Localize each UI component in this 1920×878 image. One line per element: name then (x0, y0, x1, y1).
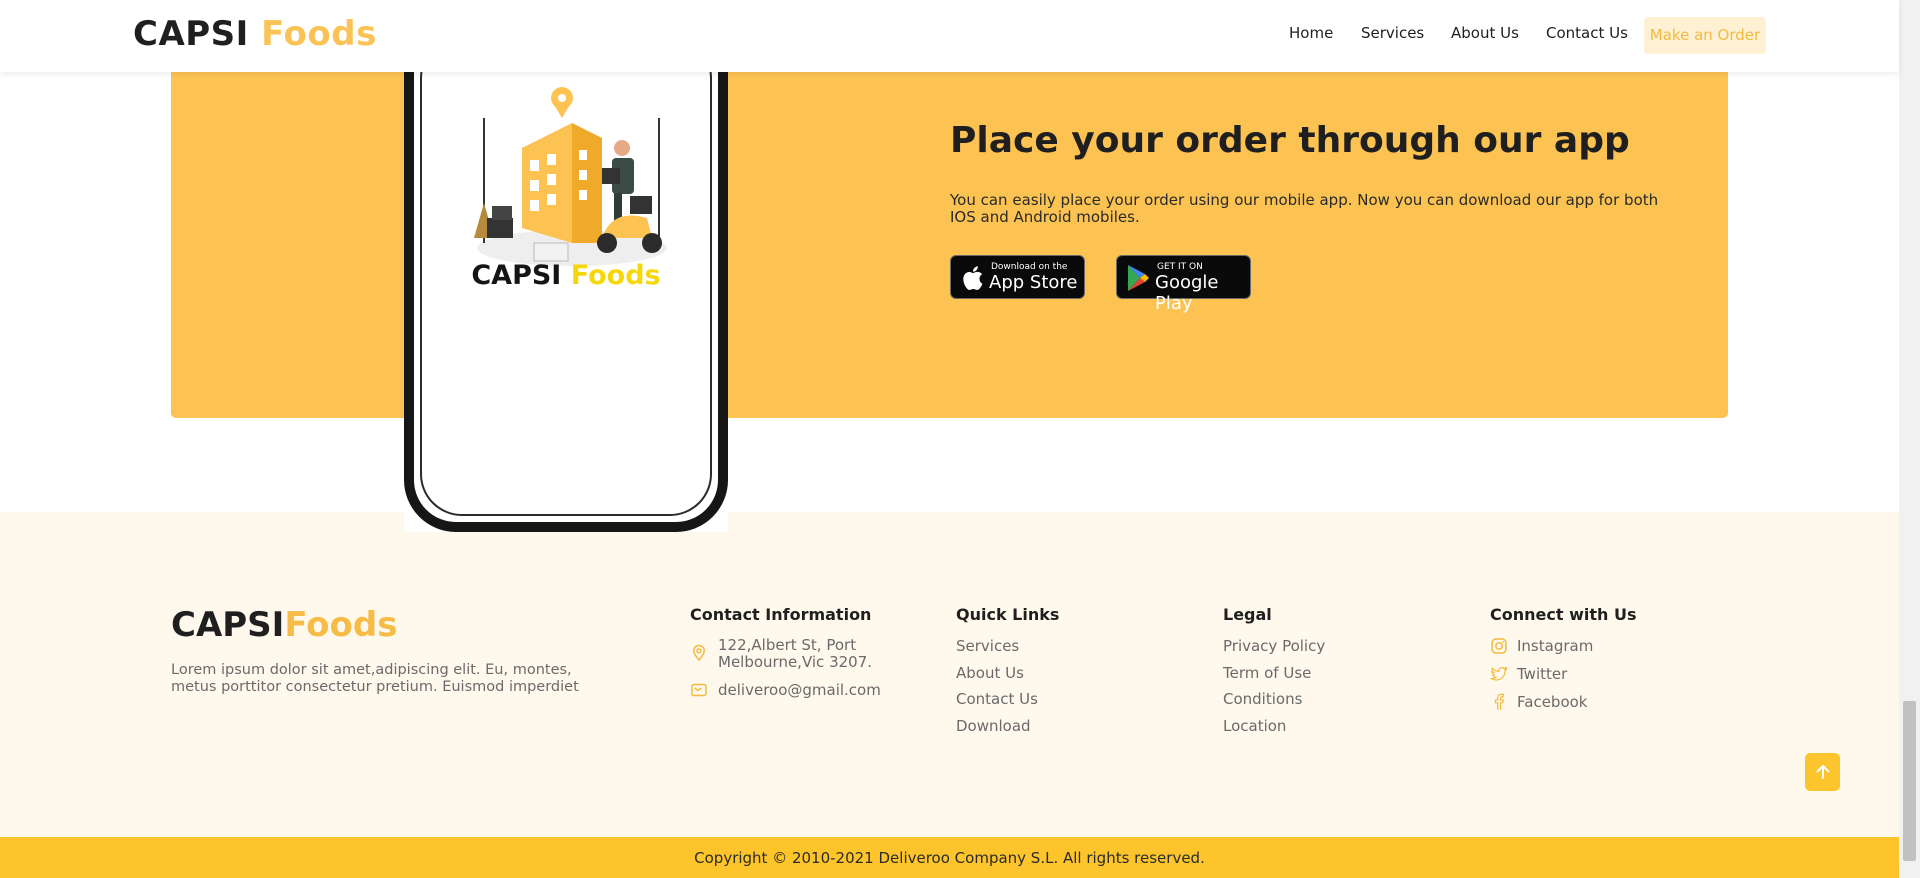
footer-logo-accent: Foods (284, 605, 398, 645)
app-store-button[interactable]: Download on the App Store (950, 255, 1085, 299)
nav-services[interactable]: Services (1361, 24, 1424, 42)
google-play-icon (1128, 265, 1149, 291)
social-link-facebook[interactable]: Facebook (1517, 693, 1587, 711)
phone-logo-accent: Foods (570, 260, 661, 291)
google-play-big-text: Google Play (1155, 272, 1219, 314)
twitter-icon (1490, 666, 1508, 681)
scrollbar-thumb[interactable] (1903, 701, 1916, 861)
footer-heading-legal: Legal (1223, 605, 1272, 624)
logo-text-primary: CAPSI (133, 14, 249, 54)
footer-logo-primary: CAPSI (171, 605, 285, 645)
arrow-up-icon (1816, 765, 1830, 779)
contact-email[interactable]: deliveroo@gmail.com (718, 682, 881, 699)
google-play-button[interactable]: GET IT ON Google Play (1116, 255, 1251, 314)
phone-screen: CAPSI Foods (420, 36, 712, 516)
social-link-twitter[interactable]: Twitter (1517, 665, 1567, 683)
site-logo[interactable]: CAPSI Foods (133, 14, 377, 54)
footer-description: Lorem ipsum dolor sit amet,adipiscing el… (171, 662, 579, 695)
copyright-text: Copyright © 2010-2021 Deliveroo Company … (694, 849, 1205, 867)
phone-logo-primary: CAPSI (471, 260, 562, 291)
apple-icon (963, 266, 983, 290)
instagram-icon (1491, 638, 1507, 654)
contact-address: 122,Albert St, Port Melbourne,Vic 3207. (718, 636, 873, 671)
footer-heading-contact: Contact Information (690, 605, 872, 624)
footer-link-location[interactable]: Location (1223, 717, 1286, 735)
page-scrollbar[interactable] (1899, 0, 1920, 878)
footer-link-contact-us[interactable]: Contact Us (956, 690, 1038, 708)
nav-contact-us[interactable]: Contact Us (1546, 24, 1628, 42)
phone-app-logo: CAPSI Foods (422, 260, 710, 291)
footer-heading-social: Connect with Us (1490, 605, 1637, 624)
location-icon (693, 644, 705, 662)
email-icon (691, 683, 707, 697)
app-section-description: You can easily place your order using ou… (950, 191, 1659, 226)
facebook-icon (1494, 693, 1504, 710)
copyright-bar: Copyright © 2010-2021 Deliveroo Company … (0, 837, 1899, 878)
app-section-title: Place your order through our app (950, 120, 1630, 161)
nav-about-us[interactable]: About Us (1451, 24, 1519, 42)
social-link-instagram[interactable]: Instagram (1517, 637, 1593, 655)
app-store-small-text: Download on the (991, 262, 1068, 272)
footer-heading-quick-links: Quick Links (956, 605, 1060, 624)
app-store-big-text: App Store (989, 272, 1078, 293)
delivery-illustration (474, 87, 667, 266)
footer-link-services[interactable]: Services (956, 637, 1019, 655)
footer-link-about-us[interactable]: About Us (956, 664, 1024, 682)
google-play-small-text: GET IT ON (1157, 262, 1203, 272)
footer-link-download[interactable]: Download (956, 717, 1031, 735)
footer-logo[interactable]: CAPSIFoods (171, 605, 397, 645)
footer-link-conditions[interactable]: Conditions (1223, 690, 1302, 708)
footer-link-privacy-policy[interactable]: Privacy Policy (1223, 637, 1325, 655)
phone-mockup: CAPSI Foods (404, 20, 728, 532)
site-header: CAPSI Foods Home Services About Us Conta… (0, 0, 1899, 72)
make-order-button[interactable]: Make an Order (1644, 17, 1766, 54)
nav-home[interactable]: Home (1289, 24, 1333, 42)
scroll-to-top-button[interactable] (1805, 753, 1840, 791)
logo-text-accent: Foods (261, 14, 377, 54)
footer-link-term-of-use[interactable]: Term of Use (1223, 664, 1311, 682)
